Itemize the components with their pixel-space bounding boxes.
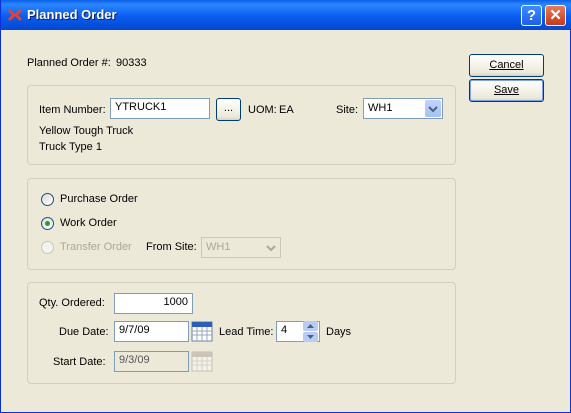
- start-date-value: 9/3/09: [119, 354, 150, 366]
- uom-label: UOM:: [248, 104, 277, 116]
- from-site-select[interactable]: WH1: [201, 237, 281, 258]
- qty-ordered-input[interactable]: 1000: [114, 293, 193, 314]
- qty-ordered-value: 1000: [163, 296, 188, 308]
- planned-order-dialog: Planned Order ? ✕ Planned Order #: 90333…: [0, 0, 571, 413]
- purchase-order-label[interactable]: Purchase Order: [60, 193, 138, 205]
- help-icon: ?: [526, 7, 537, 24]
- item-number-value: YTRUCK1: [115, 101, 167, 113]
- lead-time-value: 4: [281, 324, 288, 336]
- save-button[interactable]: Save: [469, 79, 544, 102]
- close-icon: ✕: [549, 7, 562, 24]
- title-bar[interactable]: Planned Order ? ✕: [1, 0, 571, 30]
- save-button-label: Save: [493, 84, 520, 96]
- from-site-value: WH1: [206, 241, 231, 253]
- help-button[interactable]: ?: [521, 5, 542, 26]
- window-title: Planned Order: [27, 7, 117, 22]
- purchase-order-radio[interactable]: [41, 193, 54, 206]
- lead-time-spinner-icon[interactable]: [303, 321, 318, 342]
- work-order-radio[interactable]: [41, 217, 54, 230]
- calendar-icon: [191, 351, 213, 372]
- qty-ordered-label: Qty. Ordered:: [39, 297, 105, 309]
- item-number-input[interactable]: YTRUCK1: [110, 98, 210, 119]
- item-description-1: Yellow Tough Truck: [39, 125, 134, 137]
- start-date-label: Start Date:: [53, 356, 106, 368]
- app-logo-icon: [7, 8, 23, 22]
- lead-time-label: Lead Time:: [219, 326, 274, 338]
- transfer-order-radio[interactable]: [41, 241, 54, 254]
- site-select[interactable]: WH1: [363, 98, 443, 119]
- calendar-icon[interactable]: [191, 321, 213, 342]
- ellipsis-icon: ...: [223, 102, 234, 114]
- item-description-2: Truck Type 1: [39, 141, 102, 153]
- item-number-label: Item Number:: [39, 104, 106, 116]
- uom-value: EA: [279, 104, 294, 116]
- due-date-value: 9/7/09: [119, 324, 150, 336]
- chevron-down-icon[interactable]: [425, 100, 441, 117]
- planned-order-number: 90333: [116, 57, 147, 69]
- from-site-label: From Site:: [146, 241, 197, 253]
- site-select-value: WH1: [368, 102, 393, 114]
- transfer-order-label[interactable]: Transfer Order: [60, 241, 132, 253]
- work-order-label[interactable]: Work Order: [60, 217, 117, 229]
- item-lookup-button[interactable]: ...: [216, 98, 241, 121]
- planned-order-label: Planned Order #:: [27, 57, 111, 69]
- due-date-input[interactable]: 9/7/09: [114, 321, 189, 342]
- cancel-button-label: Cancel: [489, 59, 524, 71]
- due-date-label: Due Date:: [59, 326, 109, 338]
- site-label: Site:: [336, 104, 359, 116]
- lead-time-unit: Days: [326, 326, 352, 338]
- chevron-down-icon[interactable]: [263, 239, 279, 256]
- start-date-input: 9/3/09: [114, 351, 189, 372]
- close-button[interactable]: ✕: [545, 5, 566, 26]
- cancel-button[interactable]: Cancel: [469, 54, 544, 77]
